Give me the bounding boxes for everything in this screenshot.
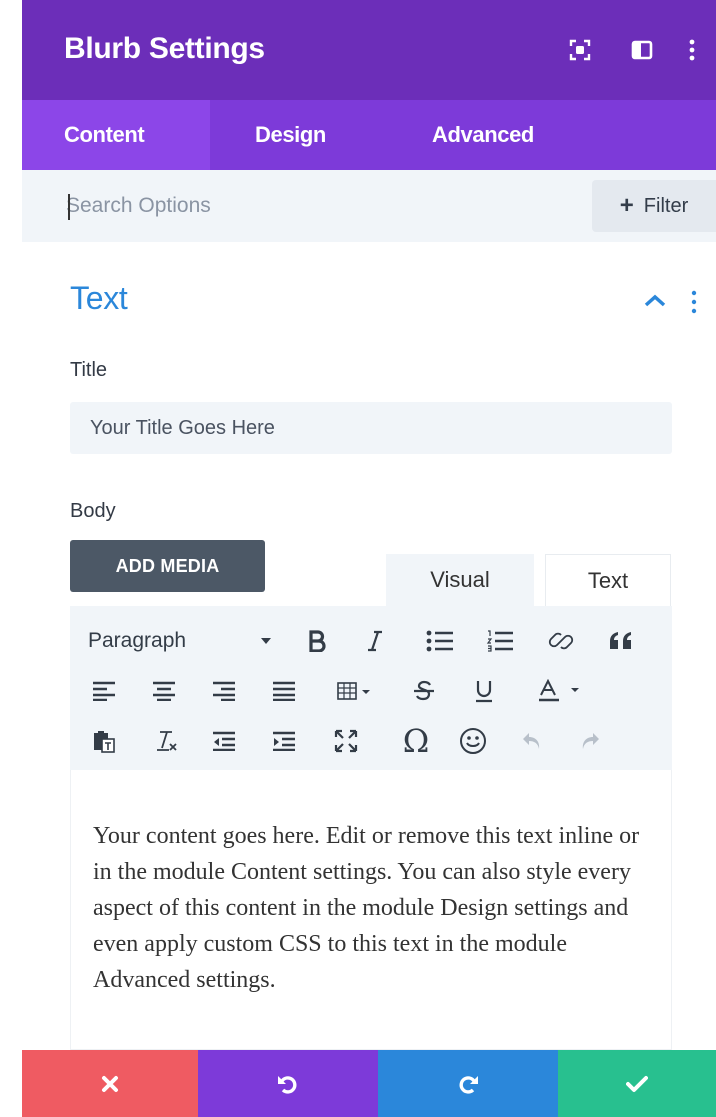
- indent-icon[interactable]: [268, 716, 300, 766]
- chevron-up-icon[interactable]: [642, 290, 668, 310]
- modal-footer: [22, 1050, 716, 1117]
- add-media-button[interactable]: ADD MEDIA: [70, 540, 265, 592]
- align-left-icon[interactable]: [88, 666, 120, 716]
- align-justify-icon[interactable]: [268, 666, 300, 716]
- strikethrough-icon[interactable]: [408, 666, 440, 716]
- numbered-list-icon[interactable]: [482, 616, 518, 666]
- chevron-down-icon[interactable]: [256, 616, 276, 666]
- search-bar: + Filter: [22, 170, 716, 242]
- settings-header: Blurb Settings: [22, 0, 716, 100]
- editor-toolbar: Paragraph Ω: [70, 606, 672, 770]
- tab-content[interactable]: Content: [22, 100, 210, 170]
- undo-button[interactable]: [198, 1050, 378, 1117]
- bold-icon[interactable]: [302, 616, 332, 666]
- discard-button[interactable]: [22, 1050, 198, 1117]
- content-editor[interactable]: Your content goes here. Edit or remove t…: [70, 770, 672, 1050]
- clear-formatting-icon[interactable]: [150, 716, 182, 766]
- redo-icon[interactable]: [574, 716, 606, 766]
- body-label: Body: [70, 500, 116, 522]
- bullet-list-icon[interactable]: [422, 616, 458, 666]
- format-select-value: Paragraph: [88, 629, 187, 652]
- modal-title: Blurb Settings: [64, 32, 265, 65]
- header-actions: [538, 30, 716, 70]
- redo-icon: [459, 1075, 478, 1094]
- italic-icon[interactable]: [360, 616, 390, 666]
- undo-icon[interactable]: [516, 716, 548, 766]
- format-select[interactable]: Paragraph: [88, 616, 186, 666]
- toolbar-row: [70, 666, 672, 716]
- link-icon[interactable]: [544, 616, 578, 666]
- plus-icon: +: [619, 192, 634, 219]
- settings-tabs: Content Design Advanced: [22, 100, 716, 170]
- filter-button[interactable]: + Filter: [592, 180, 716, 232]
- split-view-icon[interactable]: [622, 30, 662, 70]
- table-icon[interactable]: [332, 666, 382, 716]
- check-icon: [626, 1075, 648, 1092]
- toolbar-row: Paragraph: [70, 616, 672, 666]
- title-label: Title: [70, 359, 108, 381]
- special-character-icon[interactable]: Ω: [396, 716, 436, 766]
- search-input[interactable]: [66, 188, 546, 224]
- tab-text[interactable]: Text: [545, 554, 671, 606]
- editor-content[interactable]: Your content goes here. Edit or remove t…: [93, 818, 655, 998]
- align-center-icon[interactable]: [148, 666, 180, 716]
- text-caret: [68, 194, 70, 220]
- filter-label: Filter: [643, 194, 689, 217]
- align-right-icon[interactable]: [208, 666, 240, 716]
- undo-icon: [278, 1075, 297, 1094]
- fullscreen-icon[interactable]: [330, 716, 362, 766]
- more-vertical-icon[interactable]: [688, 288, 700, 316]
- title-field[interactable]: Your Title Goes Here: [70, 402, 672, 454]
- paste-text-icon[interactable]: [88, 716, 120, 766]
- tab-advanced[interactable]: Advanced: [360, 100, 560, 170]
- redo-button[interactable]: [378, 1050, 558, 1117]
- emoji-icon[interactable]: [456, 716, 490, 766]
- tab-visual[interactable]: Visual: [386, 554, 534, 606]
- more-vertical-icon[interactable]: [672, 30, 712, 70]
- blockquote-icon[interactable]: [604, 616, 638, 666]
- focus-icon[interactable]: [560, 30, 600, 70]
- toolbar-row: Ω: [70, 716, 672, 766]
- outdent-icon[interactable]: [208, 716, 240, 766]
- tab-design[interactable]: Design: [210, 100, 360, 170]
- close-icon: [102, 1075, 118, 1092]
- underline-icon[interactable]: [468, 666, 500, 716]
- save-button[interactable]: [558, 1050, 716, 1117]
- section-title[interactable]: Text: [70, 280, 128, 317]
- text-color-icon[interactable]: [532, 666, 592, 716]
